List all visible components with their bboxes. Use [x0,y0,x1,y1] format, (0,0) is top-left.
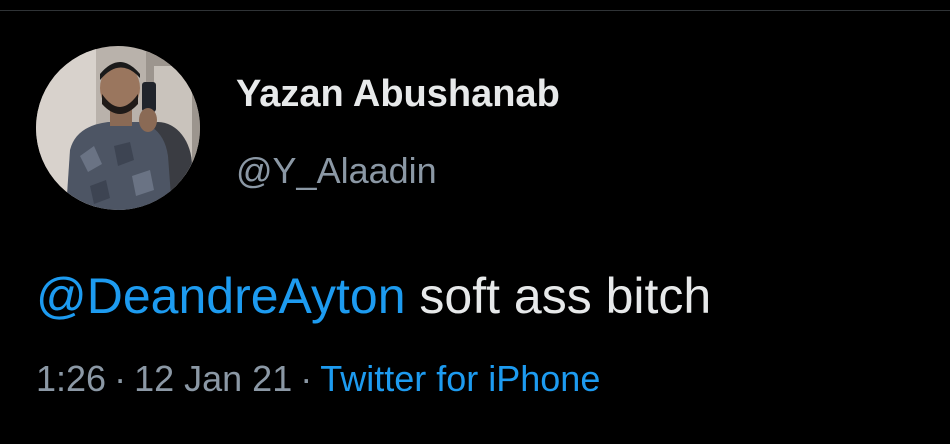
top-divider [0,10,950,11]
profile-photo-icon [36,46,200,210]
mention-link[interactable]: @DeandreAyton [36,268,406,324]
tweet-body: @DeandreAyton soft ass bitch [36,265,711,327]
tweet-meta: 1:26 · 12 Jan 21 · Twitter for iPhone [36,355,600,403]
avatar[interactable] [36,46,200,210]
user-handle[interactable]: @Y_Alaadin [236,148,560,194]
display-name[interactable]: Yazan Abushanab [236,70,560,118]
tweet-date[interactable]: 12 Jan 21 [134,358,292,399]
tweet-time[interactable]: 1:26 [36,358,106,399]
tweet-source-link[interactable]: Twitter for iPhone [320,358,600,399]
meta-separator: · [114,358,127,399]
meta-separator: · [300,358,313,399]
user-info: Yazan Abushanab @Y_Alaadin [236,70,560,194]
tweet-text: soft ass bitch [419,268,712,324]
